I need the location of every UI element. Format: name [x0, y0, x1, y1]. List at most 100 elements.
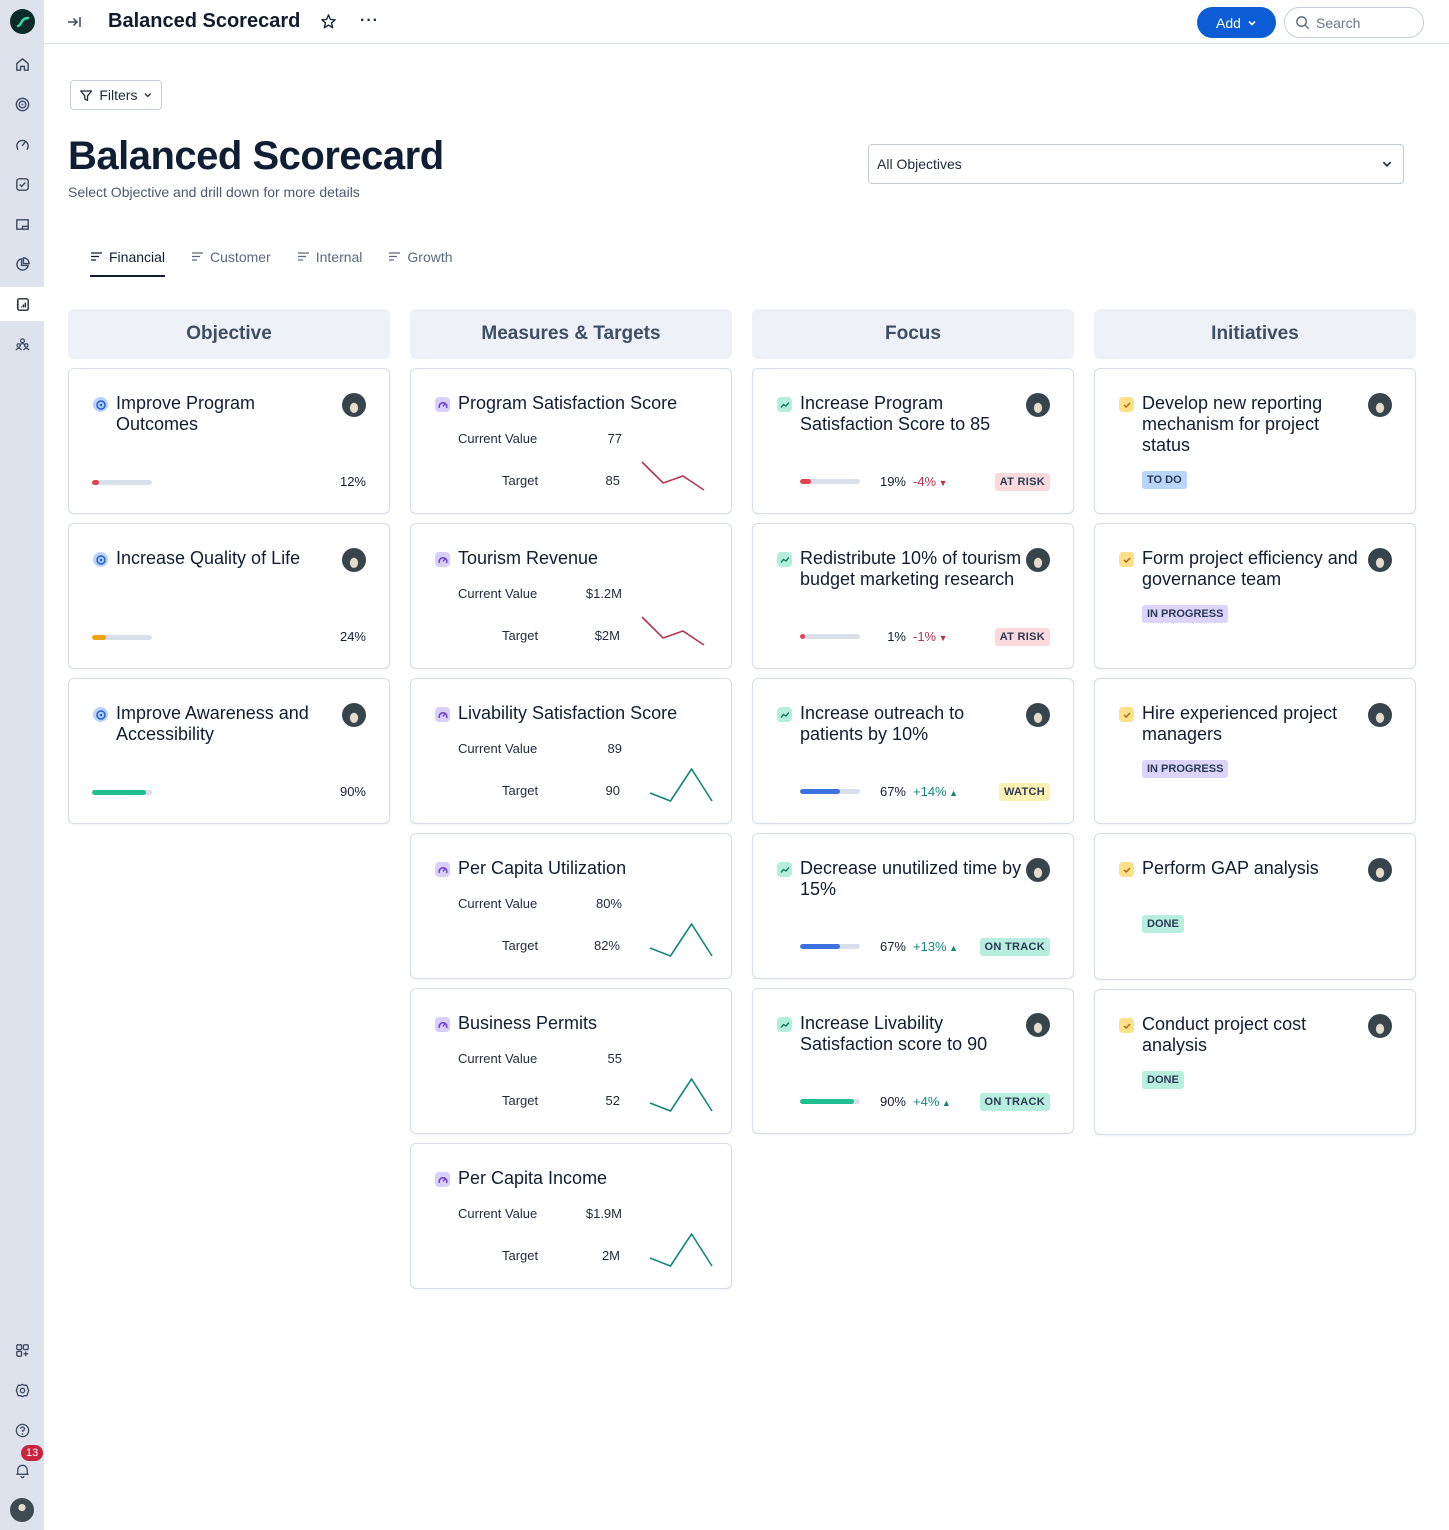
- add-button[interactable]: Add: [1197, 7, 1276, 38]
- filters-button[interactable]: Filters: [70, 80, 162, 110]
- initiative-card[interactable]: Perform GAP analysis DONE: [1094, 833, 1416, 980]
- owner-avatar[interactable]: [342, 548, 366, 572]
- focus-list: Increase Program Satisfaction Score to 8…: [752, 368, 1074, 1134]
- owner-avatar[interactable]: [342, 393, 366, 417]
- column-header-measures: Measures & Targets: [410, 309, 732, 359]
- measure-card[interactable]: Livability Satisfaction Score Current Val…: [410, 678, 732, 824]
- progress-percent: 67%: [879, 784, 906, 799]
- owner-avatar[interactable]: [1026, 1013, 1050, 1037]
- measure-card[interactable]: Program Satisfaction Score Current Value 7…: [410, 368, 732, 514]
- check-icon: [1122, 711, 1131, 718]
- current-value-label: Current Value: [458, 1206, 538, 1221]
- column-header-objective: Objective: [68, 309, 390, 359]
- tab-label: Internal: [315, 248, 363, 265]
- current-value: 55: [607, 1051, 622, 1066]
- owner-avatar[interactable]: [1368, 548, 1392, 572]
- app-logo[interactable]: [10, 9, 35, 34]
- trend-line-icon: [779, 556, 790, 563]
- focus-card[interactable]: Increase Livability Satisfaction score t…: [752, 988, 1074, 1134]
- more-options-icon[interactable]: ···: [360, 12, 379, 30]
- status-badge: TO DO: [1142, 471, 1187, 489]
- tab-internal[interactable]: Internal: [297, 240, 363, 277]
- list-icon: [389, 252, 401, 261]
- owner-avatar[interactable]: [1368, 393, 1392, 417]
- focus-icon-wrap: [777, 552, 792, 567]
- focus-icon-wrap: [777, 707, 792, 722]
- owner-avatar[interactable]: [1368, 1014, 1392, 1038]
- measure-icon-wrap: [435, 1017, 450, 1032]
- initiative-card[interactable]: Develop new reporting mechanism for proj…: [1094, 368, 1416, 514]
- focus-title: Redistribute 10% of tourism budget marke…: [800, 548, 1022, 589]
- measure-icon-wrap: [435, 397, 450, 412]
- gauge-icon: [437, 1176, 448, 1183]
- sidebar-item-tasks[interactable]: [0, 167, 44, 201]
- user-avatar[interactable]: [10, 1498, 34, 1522]
- tab-growth[interactable]: Growth: [388, 240, 453, 277]
- sidebar-item-dashboards[interactable]: [0, 127, 44, 161]
- tab-customer[interactable]: Customer: [191, 240, 271, 277]
- owner-avatar[interactable]: [1026, 703, 1050, 727]
- focus-title: Increase outreach to patients by 10%: [800, 703, 965, 744]
- initiative-card[interactable]: Conduct project cost analysis DONE: [1094, 989, 1416, 1135]
- sidebar-item-reports[interactable]: [0, 247, 44, 281]
- screen-icon: [15, 218, 29, 230]
- measure-card[interactable]: Per Capita Utilization Current Value 80% Ta…: [410, 833, 732, 979]
- measure-card[interactable]: Tourism Revenue Current Value $1.2M Target $…: [410, 523, 732, 669]
- owner-avatar[interactable]: [1026, 393, 1050, 417]
- delta-value: -4%: [913, 474, 937, 489]
- search-input[interactable]: Search: [1284, 7, 1424, 38]
- triangle-down-icon: ▼: [936, 633, 948, 643]
- focus-card[interactable]: Decrease unutilized time by 15% 67% +13% ▲…: [752, 833, 1074, 979]
- current-value: 80%: [595, 896, 622, 911]
- objective-select[interactable]: All Objectives: [868, 144, 1404, 184]
- focus-card[interactable]: Redistribute 10% of tourism budget marke…: [752, 523, 1074, 669]
- tab-label: Growth: [407, 248, 453, 265]
- focus-card[interactable]: Increase outreach to patients by 10% 67% +…: [752, 678, 1074, 824]
- sidebar-item-help[interactable]: [0, 1413, 44, 1447]
- bell-icon: [15, 1464, 29, 1478]
- sidebar-item-home[interactable]: [0, 47, 44, 81]
- progress-bar: [800, 1099, 860, 1104]
- list-icon: [297, 252, 309, 261]
- gauge-icon: [15, 139, 29, 150]
- sidebar-item-notifications[interactable]: 13: [0, 1445, 44, 1487]
- owner-avatar[interactable]: [1026, 548, 1050, 572]
- owner-avatar[interactable]: [1026, 858, 1050, 882]
- initiative-title: Hire experienced project managers: [1142, 703, 1338, 744]
- measure-card[interactable]: Per Capita Income Current Value $1.9M Targe…: [410, 1143, 732, 1289]
- focus-card[interactable]: Increase Program Satisfaction Score to 8…: [752, 368, 1074, 514]
- delta-value: +14%: [913, 784, 947, 799]
- sidebar-item-scorecards[interactable]: [0, 287, 44, 321]
- progress-percent: 12%: [339, 474, 366, 489]
- gauge-icon: [437, 866, 448, 873]
- current-value: $1.9M: [585, 1206, 622, 1221]
- column-header-focus: Focus: [752, 309, 1074, 359]
- owner-avatar[interactable]: [1368, 858, 1392, 882]
- objective-card[interactable]: Improve Program Outcomes 12%: [68, 368, 390, 514]
- sidebar-item-teams[interactable]: [0, 327, 44, 361]
- sidebar-item-settings[interactable]: [0, 1373, 44, 1407]
- owner-avatar[interactable]: [342, 703, 366, 727]
- objective-card[interactable]: Improve Awareness and Accessibility 90%: [68, 678, 390, 824]
- star-icon[interactable]: [320, 13, 337, 30]
- sidebar-item-apps[interactable]: [0, 1333, 44, 1367]
- initiative-card[interactable]: Form project efficiency and governance t…: [1094, 523, 1416, 669]
- owner-avatar[interactable]: [1368, 703, 1392, 727]
- measure-card[interactable]: Business Permits Current Value 55 Target 52: [410, 988, 732, 1134]
- expand-sidebar-icon[interactable]: [66, 13, 84, 31]
- objective-card[interactable]: Increase Quality of Life 24%: [68, 523, 390, 669]
- sidebar-item-goals[interactable]: [0, 87, 44, 121]
- triangle-up-icon: ▲: [946, 943, 959, 953]
- initiative-card[interactable]: Hire experienced project managers IN PROG…: [1094, 678, 1416, 824]
- current-value: 89: [607, 741, 622, 756]
- tab-label: Customer: [210, 248, 271, 265]
- initiative-icon-wrap: [1119, 707, 1134, 722]
- initiative-title: Develop new reporting mechanism for proj…: [1142, 393, 1323, 455]
- change-delta: +13% ▲: [913, 939, 958, 954]
- sidebar-item-boards[interactable]: [0, 207, 44, 241]
- measure-title: Program Satisfaction Score: [458, 393, 678, 413]
- tab-financial[interactable]: Financial: [90, 240, 166, 277]
- gauge-icon: [437, 711, 448, 718]
- notification-count-badge: 13: [21, 1445, 44, 1461]
- current-value-label: Current Value: [458, 431, 538, 446]
